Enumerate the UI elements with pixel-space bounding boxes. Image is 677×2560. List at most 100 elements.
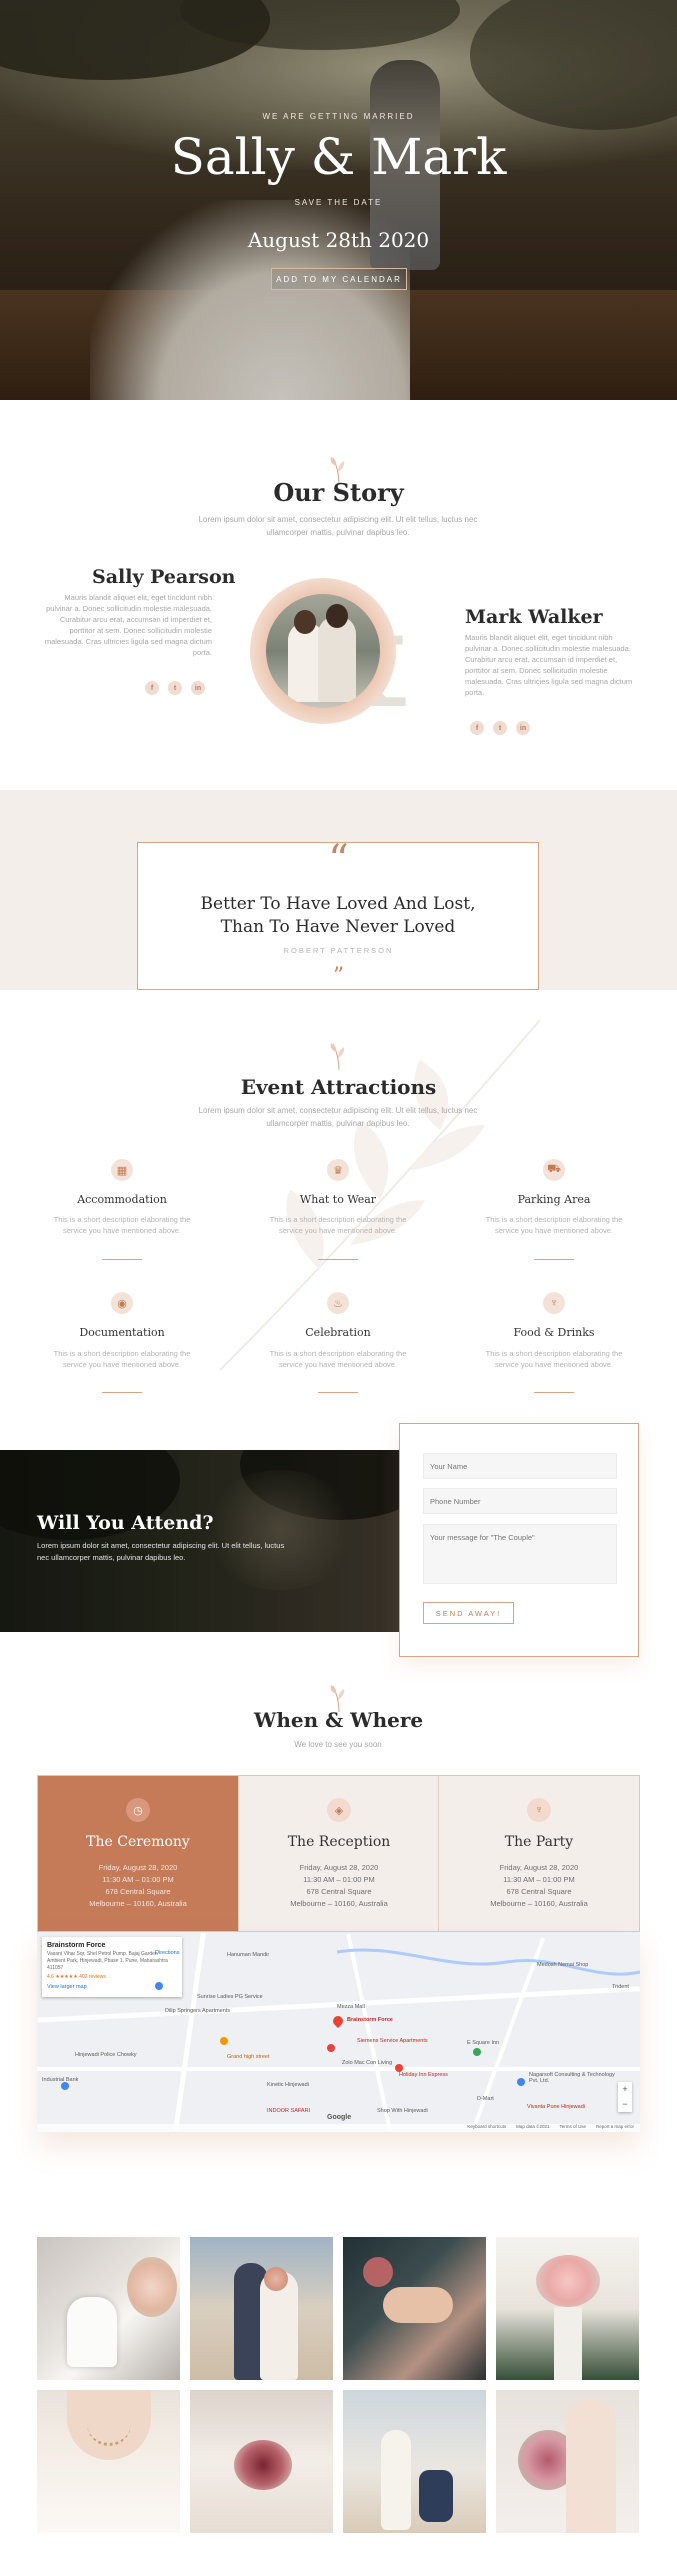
add-to-calendar-button[interactable]: ADD TO MY CALENDAR (271, 268, 407, 290)
linkedin-icon[interactable]: in (191, 681, 205, 695)
map-label: Grand high street (227, 2054, 270, 2060)
wedding-date: August 28th 2020 (247, 228, 430, 252)
map-road (37, 2067, 640, 2071)
quote-line: Better To Have Loved And Lost, (200, 894, 476, 914)
camera-icon: ◉ (111, 1292, 133, 1314)
quote-author: ROBERT PATTERSON (283, 946, 394, 955)
bouquet-photo[interactable] (496, 2237, 639, 2380)
bridal-bouquet-photo[interactable] (190, 2390, 333, 2533)
map-label: Zolo Mac Con Living (342, 2060, 393, 2066)
car-icon: ⛟ (543, 1159, 565, 1181)
divider (102, 1259, 142, 1260)
hero-title: Sally & Mark (170, 128, 507, 186)
pin-label: Brainstorm Force (347, 2017, 393, 2023)
groom-social-links: f t in (470, 721, 530, 735)
map-poi-icon (473, 2048, 481, 2056)
our-story-title: Our Story (273, 478, 404, 507)
event-street: 678 Central Square (506, 1887, 572, 1896)
wedding-shoes-photo[interactable] (37, 2237, 180, 2380)
twitter-icon[interactable]: t (493, 721, 507, 735)
bride-name: Sally Pearson (92, 566, 236, 588)
event-title: The Reception (287, 1834, 391, 1850)
groom-bio: Mauris blandit aliquet elit, eget tincid… (465, 633, 633, 697)
reception-card: ◈ The Reception Friday, August 28, 2020 … (238, 1776, 438, 1931)
map-label: Siemens Service Apartments (357, 2038, 428, 2044)
attraction-title: Accommodation (77, 1193, 167, 1206)
close-quote-icon: ” (332, 964, 345, 989)
map-place-title: Brainstorm Force (47, 1942, 106, 1949)
map-poi-icon (61, 2082, 69, 2090)
hotel-icon: ▦ (111, 1159, 133, 1181)
keyboard-shortcuts-link[interactable]: Keyboard shortcuts (467, 2124, 506, 2132)
directions-link[interactable]: Directions (155, 1950, 179, 1956)
map-poi-icon (327, 2044, 335, 2052)
event-date: Friday, August 28, 2020 (98, 1863, 178, 1872)
map-label: Shop With Hinjewadi (377, 2108, 428, 2114)
message-input[interactable] (423, 1524, 617, 1584)
map-label: Hinjewadi Police Chowky (75, 2052, 137, 2058)
map-label: Trident (612, 1984, 629, 1990)
event-street: 678 Central Square (306, 1887, 372, 1896)
cocktail-icon: ♆ (543, 1292, 565, 1314)
name-input[interactable] (423, 1453, 617, 1479)
hero-eyebrow: WE ARE GETTING MARRIED (262, 112, 415, 121)
event-city: Melbourne – 10160, Australia (490, 1899, 588, 1908)
couple-portrait (266, 594, 380, 708)
cocktail-icon: ♆ (527, 1798, 551, 1822)
when-where-title: When & Where (253, 1708, 424, 1732)
map-label: Hanuman Mandir (227, 1952, 270, 1958)
groom-figure (318, 616, 356, 702)
phone-input[interactable] (423, 1488, 617, 1514)
map-zoom-controls: + − (618, 2082, 632, 2112)
open-quote-icon: “ (328, 837, 349, 883)
rsvp-form: SEND AWAY! (399, 1423, 639, 1657)
report-error-link[interactable]: Report a map error (596, 2124, 634, 2132)
attractions-title: Event Attractions (240, 1075, 437, 1099)
location-map[interactable]: Brainstorm Force Vasant Vihar Sqr, Shel … (37, 1932, 640, 2132)
attraction-title: Food & Drinks (513, 1326, 595, 1339)
bride-hair (294, 610, 316, 634)
map-poi-icon (517, 2078, 525, 2086)
attraction-title: Celebration (305, 1326, 371, 1339)
hero-subtitle: SAVE THE DATE (294, 198, 383, 207)
map-label: Mezza Mall (337, 2004, 365, 2010)
clock-icon: ◷ (126, 1798, 150, 1822)
rsvp-text: Lorem ipsum dolor sit amet, consectetur … (37, 1541, 285, 1562)
event-title: The Party (504, 1834, 574, 1850)
proposal-beach-photo[interactable] (343, 2390, 486, 2533)
holding-hands-photo[interactable] (343, 2237, 486, 2380)
facebook-icon[interactable]: f (470, 721, 484, 735)
event-date: Friday, August 28, 2020 (299, 1863, 379, 1872)
map-label: Dilip Springers Apartments (165, 2008, 231, 2014)
ceremony-card: ◷ The Ceremony Friday, August 28, 2020 1… (38, 1776, 238, 1931)
facebook-icon[interactable]: f (145, 681, 159, 695)
crown-icon: ♛ (327, 1159, 349, 1181)
attraction-desc: This is a short description elaborating … (269, 1215, 407, 1235)
map-poi-icon (220, 2037, 228, 2045)
attraction-title: Documentation (79, 1326, 165, 1339)
attraction-desc: This is a short description elaborating … (485, 1349, 623, 1369)
twitter-icon[interactable]: t (168, 681, 182, 695)
bride-bio: Mauris blandit aliquet elit, eget tincid… (44, 593, 212, 657)
quote-line: Than To Have Never Loved (220, 917, 456, 937)
groom-name: Mark Walker (465, 606, 603, 628)
zoom-out-button[interactable]: − (618, 2097, 632, 2112)
map-poi-icon (155, 1982, 163, 1990)
send-button[interactable]: SEND AWAY! (423, 1602, 514, 1624)
couple-beach-photo[interactable] (190, 2237, 333, 2380)
bride-flowers-photo[interactable] (496, 2390, 639, 2533)
zoom-in-button[interactable]: + (618, 2082, 632, 2097)
event-street: 678 Central Square (105, 1887, 171, 1896)
floral-background-decoration (219, 1019, 541, 1371)
map-label: Kinetic Hinjewadi (267, 2082, 309, 2088)
attraction-title: Parking Area (517, 1193, 591, 1206)
linkedin-icon[interactable]: in (516, 721, 530, 735)
attractions-text: Lorem ipsum dolor sit amet, consectetur … (198, 1106, 478, 1128)
bride-necklace-photo[interactable] (37, 2390, 180, 2533)
event-time: 11:30 AM – 01:00 PM (503, 1875, 575, 1884)
event-title: The Ceremony (86, 1834, 190, 1850)
attraction-desc: This is a short description elaborating … (53, 1349, 191, 1369)
terms-link[interactable]: Terms of Use (559, 2124, 586, 2132)
event-date: Friday, August 28, 2020 (499, 1863, 579, 1872)
attraction-desc: This is a short description elaborating … (269, 1349, 407, 1369)
